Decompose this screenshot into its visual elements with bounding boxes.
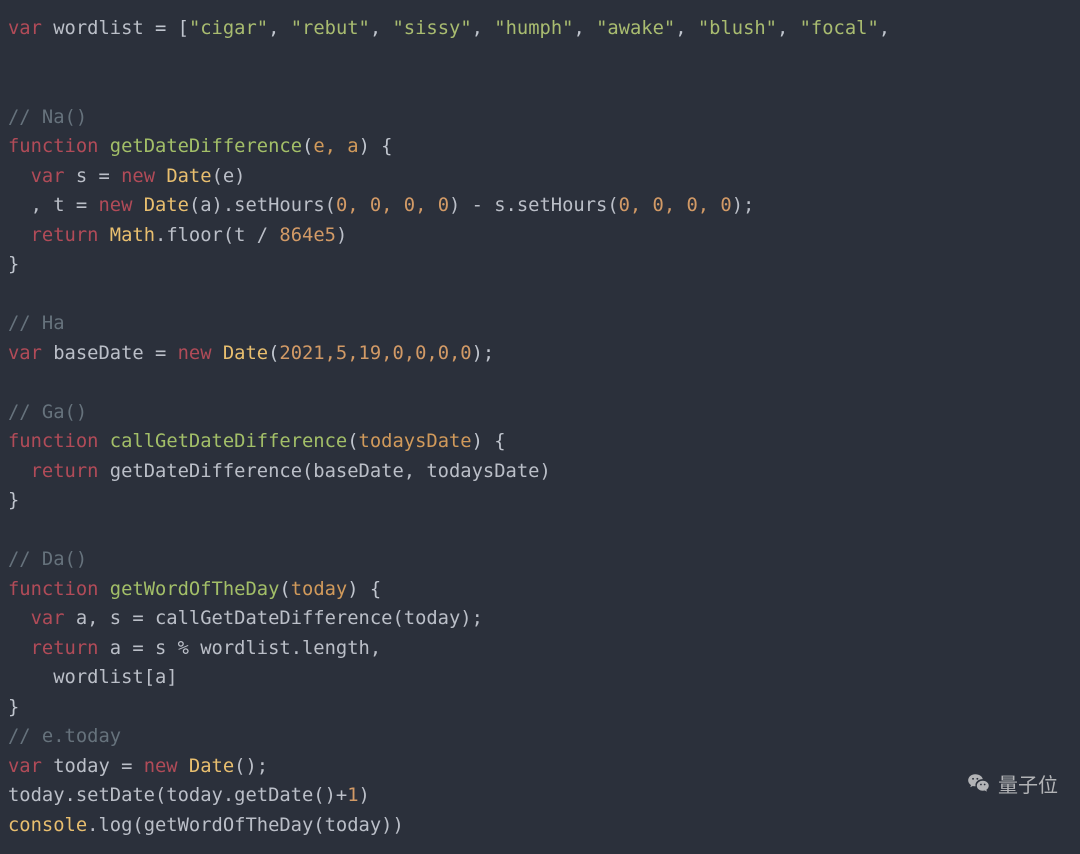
string: "rebut" [291, 18, 370, 39]
keyword-return: return [31, 638, 99, 659]
watermark: 量子位 [966, 769, 1058, 798]
keyword-function: function [8, 136, 98, 157]
keyword-var: var [31, 608, 65, 629]
code-text: ) [336, 225, 347, 246]
keyword-var: var [8, 756, 42, 777]
code-text: today = [42, 756, 144, 777]
params: e, a [313, 136, 358, 157]
keyword-return: return [31, 461, 99, 482]
code-text: ) [359, 785, 370, 806]
keyword-var: var [8, 18, 42, 39]
class-name: Date [155, 166, 212, 187]
code-text: (e) [212, 166, 246, 187]
string: "cigar" [189, 18, 268, 39]
code-text: getDateDifference(baseDate, todaysDate) [98, 461, 550, 482]
code-text: wordlist[a] [53, 667, 177, 688]
code-text: today.setDate(today.getDate()+ [8, 785, 347, 806]
keyword-var: var [31, 166, 65, 187]
punct: , [879, 18, 890, 39]
code-text: .log(getWordOfTheDay(today)) [87, 815, 404, 836]
code-text: .floor(t / [155, 225, 279, 246]
comment: // Da() [8, 549, 87, 570]
number: 1 [347, 785, 358, 806]
string: "awake" [596, 18, 675, 39]
number: 0, 0, 0, 0 [619, 195, 732, 216]
code-block: var wordlist = ["cigar", "rebut", "sissy… [0, 0, 1080, 854]
keyword-new: new [121, 166, 155, 187]
punct: ( [268, 343, 279, 364]
code-text: a, s = callGetDateDifference(today); [65, 608, 483, 629]
string: "focal" [800, 18, 879, 39]
code-text: ); [732, 195, 755, 216]
code-text: (); [234, 756, 268, 777]
keyword-function: function [8, 579, 98, 600]
keyword-new: new [144, 756, 178, 777]
class-name: Date [132, 195, 189, 216]
comment: // Ga() [8, 402, 87, 423]
keyword-new: new [178, 343, 212, 364]
string: "sissy" [393, 18, 472, 39]
wechat-icon [966, 771, 992, 797]
function-name: getDateDifference [110, 136, 302, 157]
code-text: ) - s.setHours( [449, 195, 619, 216]
number: 864e5 [279, 225, 336, 246]
params: today [291, 579, 348, 600]
string: "humph" [494, 18, 573, 39]
function-name: callGetDateDifference [110, 431, 347, 452]
code-text: (a).setHours( [189, 195, 336, 216]
code-text: s = [65, 166, 122, 187]
number: 0, 0, 0, 0 [336, 195, 449, 216]
keyword-new: new [98, 195, 132, 216]
code-text: , t = [31, 195, 99, 216]
global: console [8, 815, 87, 836]
punct: ); [472, 343, 495, 364]
comment: // Na() [8, 107, 87, 128]
function-name: getWordOfTheDay [110, 579, 280, 600]
params: todaysDate [359, 431, 472, 452]
identifier: wordlist [53, 18, 143, 39]
punct: = [ [144, 18, 189, 39]
watermark-text: 量子位 [998, 769, 1058, 798]
keyword-function: function [8, 431, 98, 452]
class-name: Date [178, 756, 235, 777]
string: "blush" [698, 18, 777, 39]
keyword-return: return [31, 225, 99, 246]
comment: // Ha [8, 313, 65, 334]
comment: // e.today [8, 726, 121, 747]
class-name: Date [212, 343, 269, 364]
keyword-var: var [8, 343, 42, 364]
global: Math [98, 225, 155, 246]
identifier: baseDate = [42, 343, 178, 364]
number: 2021,5,19,0,0,0,0 [279, 343, 471, 364]
code-text: a = s % wordlist.length, [98, 638, 381, 659]
